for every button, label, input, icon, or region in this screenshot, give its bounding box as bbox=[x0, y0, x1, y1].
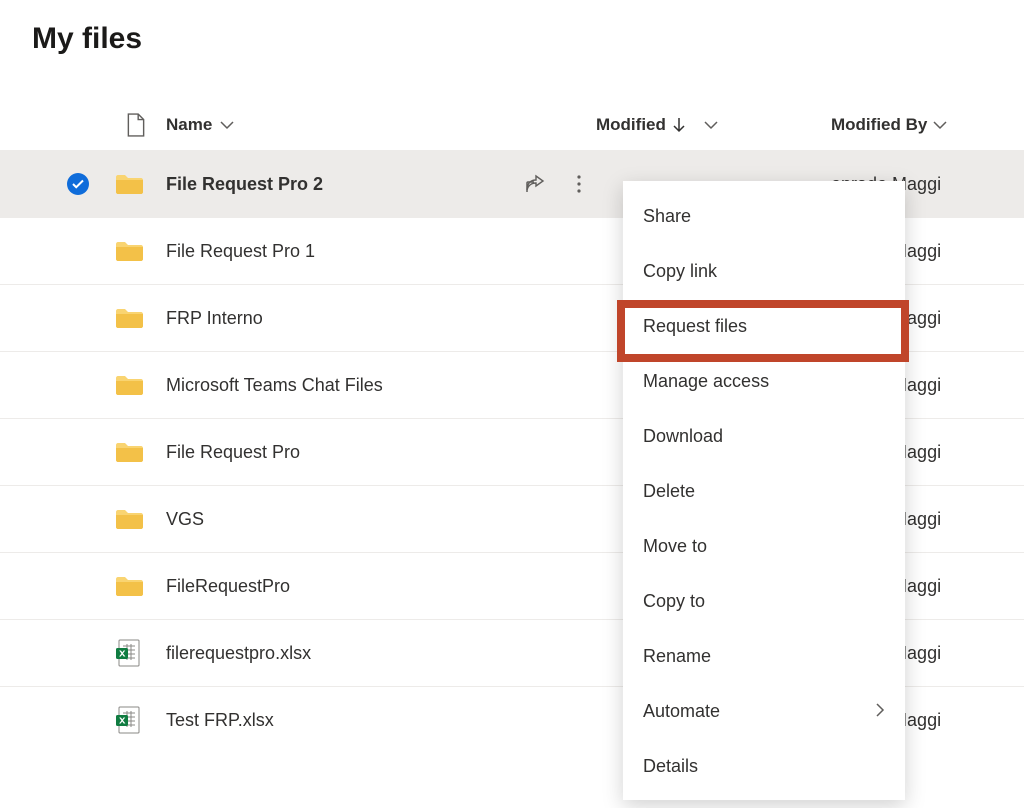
menu-item-copy-to[interactable]: Copy to bbox=[623, 574, 905, 629]
row-name-cell[interactable]: FileRequestPro bbox=[166, 576, 596, 597]
menu-item-label: Request files bbox=[643, 316, 747, 337]
menu-item-share[interactable]: Share bbox=[623, 189, 905, 244]
menu-item-details[interactable]: Details bbox=[623, 739, 905, 794]
folder-icon bbox=[115, 374, 143, 396]
menu-item-label: Manage access bbox=[643, 371, 769, 392]
row-type-icon-cell bbox=[105, 307, 166, 329]
file-name-label: File Request Pro 2 bbox=[166, 174, 323, 195]
menu-item-label: Copy link bbox=[643, 261, 717, 282]
chevron-down-icon bbox=[704, 120, 718, 130]
context-menu: Share Copy link Request files Manage access… bbox=[623, 181, 905, 800]
menu-item-label: Move to bbox=[643, 536, 707, 557]
row-name-cell[interactable]: VGS bbox=[166, 509, 596, 530]
chevron-down-icon bbox=[220, 120, 234, 130]
row-type-icon-cell bbox=[105, 240, 166, 262]
menu-item-label: Delete bbox=[643, 481, 695, 502]
more-actions-icon[interactable] bbox=[576, 174, 582, 194]
col-header-name-label: Name bbox=[166, 115, 212, 135]
row-type-icon-cell bbox=[105, 173, 166, 195]
menu-item-label: Rename bbox=[643, 646, 711, 667]
file-name-label: Test FRP.xlsx bbox=[166, 710, 274, 731]
row-name-cell[interactable]: Microsoft Teams Chat Files bbox=[166, 375, 596, 396]
row-name-cell[interactable]: FRP Interno bbox=[166, 308, 596, 329]
row-name-cell[interactable]: filerequestpro.xlsx bbox=[166, 643, 596, 664]
menu-item-copy-link[interactable]: Copy link bbox=[623, 244, 905, 299]
row-type-icon-cell bbox=[105, 508, 166, 530]
file-name-label: FRP Interno bbox=[166, 308, 263, 329]
menu-item-label: Automate bbox=[643, 701, 720, 722]
col-header-type-icon[interactable] bbox=[105, 113, 166, 137]
col-header-modifiedby[interactable]: Modified By bbox=[831, 115, 1024, 135]
menu-item-request-files[interactable]: Request files bbox=[623, 299, 905, 354]
col-header-modifiedby-label: Modified By bbox=[831, 115, 927, 135]
row-type-icon-cell bbox=[105, 575, 166, 597]
file-name-label: filerequestpro.xlsx bbox=[166, 643, 311, 664]
document-icon bbox=[126, 113, 146, 137]
folder-icon bbox=[115, 575, 143, 597]
row-type-icon-cell bbox=[105, 374, 166, 396]
menu-item-rename[interactable]: Rename bbox=[623, 629, 905, 684]
folder-icon bbox=[115, 441, 143, 463]
table-header-row: Name Modified Modified By bbox=[0, 100, 1024, 150]
share-icon[interactable] bbox=[524, 174, 546, 194]
col-header-modified[interactable]: Modified bbox=[596, 115, 831, 135]
col-header-name[interactable]: Name bbox=[166, 115, 596, 135]
folder-icon bbox=[115, 173, 143, 195]
sort-descending-icon bbox=[672, 117, 686, 133]
row-type-icon-cell bbox=[105, 441, 166, 463]
col-header-modified-label: Modified bbox=[596, 115, 666, 135]
folder-icon bbox=[115, 240, 143, 262]
menu-item-label: Details bbox=[643, 756, 698, 777]
chevron-down-icon bbox=[933, 120, 947, 130]
excel-file-icon bbox=[115, 639, 141, 667]
row-name-cell[interactable]: Test FRP.xlsx bbox=[166, 710, 596, 731]
row-name-cell[interactable]: File Request Pro 1 bbox=[166, 241, 596, 262]
row-name-cell[interactable]: File Request Pro bbox=[166, 442, 596, 463]
menu-item-label: Download bbox=[643, 426, 723, 447]
file-name-label: FileRequestPro bbox=[166, 576, 290, 597]
folder-icon bbox=[115, 508, 143, 530]
folder-icon bbox=[115, 307, 143, 329]
file-name-label: File Request Pro bbox=[166, 442, 300, 463]
menu-item-automate[interactable]: Automate bbox=[623, 684, 905, 739]
file-name-label: VGS bbox=[166, 509, 204, 530]
chevron-right-icon bbox=[875, 701, 885, 722]
menu-item-label: Share bbox=[643, 206, 691, 227]
file-name-label: File Request Pro 1 bbox=[166, 241, 315, 262]
menu-item-download[interactable]: Download bbox=[623, 409, 905, 464]
row-type-icon-cell bbox=[105, 639, 166, 667]
page-title: My files bbox=[0, 0, 1024, 56]
selected-check-icon bbox=[67, 173, 89, 195]
menu-item-label: Copy to bbox=[643, 591, 705, 612]
row-name-cell[interactable]: File Request Pro 2 bbox=[166, 174, 596, 195]
menu-item-move-to[interactable]: Move to bbox=[623, 519, 905, 574]
row-type-icon-cell bbox=[105, 706, 166, 734]
row-select-cell[interactable] bbox=[50, 173, 105, 195]
menu-item-manage-access[interactable]: Manage access bbox=[623, 354, 905, 409]
file-name-label: Microsoft Teams Chat Files bbox=[166, 375, 383, 396]
excel-file-icon bbox=[115, 706, 141, 734]
menu-item-delete[interactable]: Delete bbox=[623, 464, 905, 519]
